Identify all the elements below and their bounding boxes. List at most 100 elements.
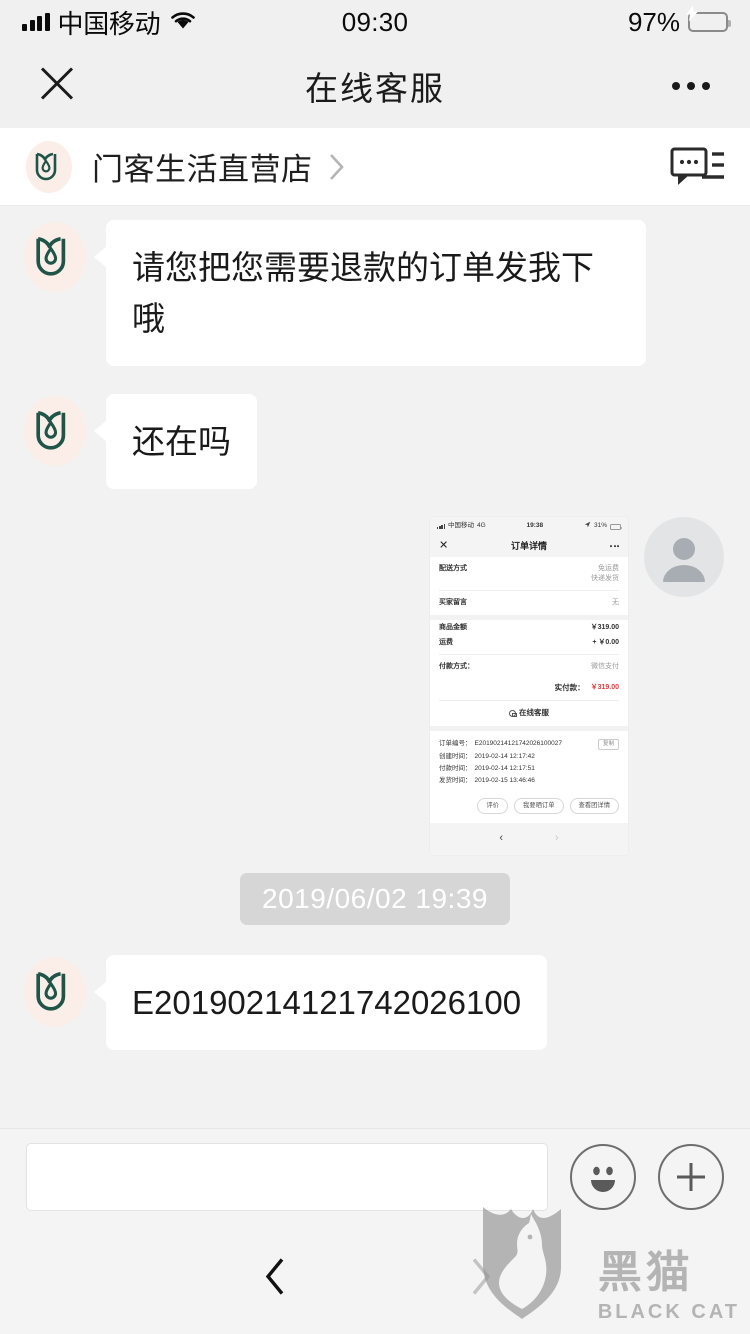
chevron-right-icon [327, 151, 347, 183]
meta-value: 2019-02-14 12:17:42 [474, 753, 535, 761]
message-row-shop: 请您把您需要退款的订单发我下哦 [0, 220, 750, 367]
status-bar: 中国移动 09:30 97% [0, 0, 750, 44]
amount-row: 运费 + ￥0.00 [439, 635, 619, 650]
pay-method-label: 付款方式： [439, 663, 474, 671]
order-meta-row: 创建时间： 2019-02-14 12:17:42 [439, 752, 619, 764]
amount-value: ￥319.00 [590, 623, 619, 631]
chevron-right-icon[interactable]: › [555, 831, 559, 846]
customer-service-label: 在线客服 [519, 707, 549, 717]
order-meta-row: 订单编号： E20190214121742026100027 复制 [439, 737, 619, 752]
order-detail-screenshot[interactable]: 中国移动 4G 19:38 31% ✕ 订单详情 配送方式 免运费 快递发货 买… [430, 517, 628, 855]
total-value: ￥319.00 [590, 684, 619, 692]
chevron-left-icon[interactable] [262, 1256, 288, 1303]
location-arrow-icon [584, 521, 591, 532]
watermark-en-label: BLACK CAT [597, 1301, 740, 1323]
timestamp-label: 2019/06/02 19:39 [240, 872, 510, 925]
pay-method-value: 微信支付 [591, 663, 619, 671]
shop-avatar[interactable] [24, 222, 86, 292]
order-screenshot-status-bar: 中国移动 4G 19:38 31% [430, 517, 628, 536]
user-avatar[interactable] [644, 517, 724, 598]
amount-value: + ￥0.00 [592, 638, 619, 646]
group-detail-button[interactable]: 查看团详情 [569, 797, 619, 815]
row-value: 无 [612, 599, 619, 607]
meta-value: 2019-02-14 12:17:51 [474, 765, 535, 773]
carrier-label: 中国移动 [447, 522, 474, 530]
total-label: 实付款： [554, 682, 585, 692]
more-options-icon[interactable] [610, 545, 619, 548]
plus-circle-icon[interactable] [658, 1143, 724, 1210]
signal-bars-icon [437, 524, 445, 530]
message-bubble-wrap: 还在吗 [94, 394, 257, 490]
shop-avatar[interactable] [24, 396, 86, 467]
emoji-smiley-icon[interactable] [570, 1143, 636, 1210]
black-cat-watermark: 黑猫 BLACK CAT [478, 1201, 740, 1324]
browser-bottom-bar: 黑猫 BLACK CAT [0, 1207, 750, 1334]
customer-service-icon [509, 709, 517, 717]
chat-message-list[interactable]: 请您把您需要退款的订单发我下哦 还在吗 中国移动 4G 19:38 31% ✕ … [0, 206, 750, 1128]
meta-value: E20190214121742026100027 [474, 739, 562, 747]
order-screenshot-nav-bar: ✕ 订单详情 [430, 535, 628, 558]
amount-row: 商品金额 ￥319.00 [439, 620, 619, 635]
order-detail-title: 订单详情 [510, 541, 547, 552]
order-meta-row: 付款时间： 2019-02-14 12:17:51 [439, 764, 619, 776]
shop-avatar[interactable] [24, 956, 86, 1027]
message-row-user-image: 中国移动 4G 19:38 31% ✕ 订单详情 配送方式 免运费 快递发货 买… [0, 517, 750, 855]
more-options-icon[interactable] [672, 82, 710, 90]
message-row-shop: E20190214121742026100 [0, 954, 750, 1051]
message-bubble-wrap: 请您把您需要退款的订单发我下哦 [94, 220, 646, 367]
review-button[interactable]: 评价 [477, 797, 509, 815]
battery-percent-label: 31% [593, 522, 607, 530]
battery-charging-icon [686, 5, 731, 32]
message-text[interactable]: 还在吗 [94, 394, 257, 490]
order-row: 配送方式 免运费 快递发货 [439, 557, 619, 592]
status-bar-right: 97% [627, 5, 731, 38]
watermark-text: 黑猫 BLACK CAT [598, 1251, 740, 1324]
row-value: 免运费 快递发货 [591, 564, 619, 583]
order-meta-section: 订单编号： E20190214121742026100027 复制 创建时间： … [430, 731, 628, 791]
amount-key: 商品金额 [439, 623, 467, 631]
meta-value: 2019-02-15 13:46:46 [474, 777, 535, 785]
order-screenshot-bottom-bar: ‹ › [430, 823, 628, 855]
message-text[interactable]: E20190214121742026100 [93, 954, 548, 1051]
amount-key: 运费 [439, 638, 453, 646]
row-value-line1: 免运费 [598, 565, 619, 573]
meta-key: 付款时间： [439, 765, 472, 773]
order-customer-service-button[interactable]: 在线客服 [439, 699, 619, 726]
battery-percent-label: 97% [627, 6, 680, 37]
battery-icon [609, 524, 622, 530]
row-key: 配送方式 [439, 565, 467, 573]
row-value-line2: 快递发货 [591, 574, 619, 582]
message-bubble-wrap: E20190214121742026100 [93, 954, 548, 1051]
order-meta-row: 发货时间： 2019-02-15 13:46:46 [439, 776, 619, 788]
order-amount-section: 商品金额 ￥319.00 运费 + ￥0.00 付款方式： 微信支付 实付款： … [430, 619, 628, 727]
message-row-shop: 还在吗 [0, 394, 750, 490]
chevron-left-icon[interactable]: ‹ [499, 831, 503, 846]
copy-button[interactable]: 复制 [597, 738, 619, 751]
message-input[interactable] [26, 1142, 548, 1211]
timestamp-row: 2019/06/02 19:39 [0, 872, 750, 925]
shop-header[interactable]: 门客生活直营店 [0, 128, 750, 206]
meta-key: 订单编号： [439, 739, 472, 747]
nav-bar: 在线客服 [0, 44, 750, 128]
row-key: 买家留言 [439, 599, 467, 607]
black-cat-shield-logo-icon [478, 1201, 588, 1324]
order-row: 买家留言 无 [439, 591, 619, 614]
message-text[interactable]: 请您把您需要退款的订单发我下哦 [94, 220, 646, 367]
order-total-row: 实付款： ￥319.00 [439, 675, 619, 700]
shop-tulip-logo-icon [26, 140, 72, 193]
phone-screen: 中国移动 09:30 97% 在线客服 门客生活直营店 请您把您需要退款的订单发… [0, 0, 750, 1334]
page-title: 在线客服 [305, 70, 445, 107]
quick-reply-chat-icon[interactable] [670, 145, 726, 189]
status-time: 19:38 [526, 522, 544, 530]
meta-key: 创建时间： [439, 753, 472, 761]
order-delivery-section: 配送方式 免运费 快递发货 买家留言 无 [430, 557, 628, 615]
share-order-button[interactable]: 我要晒订单 [514, 797, 564, 815]
meta-key: 发货时间： [439, 777, 472, 785]
close-icon[interactable]: ✕ [439, 539, 448, 554]
close-icon[interactable] [38, 65, 76, 108]
shop-name-label: 门客生活直营店 [92, 152, 313, 187]
watermark-cn-label: 黑猫 [597, 1248, 694, 1297]
order-action-buttons: 评价 我要晒订单 查看团详情 [430, 792, 628, 824]
pay-method-row: 付款方式： 微信支付 [439, 654, 619, 674]
network-label: 4G [476, 522, 486, 530]
